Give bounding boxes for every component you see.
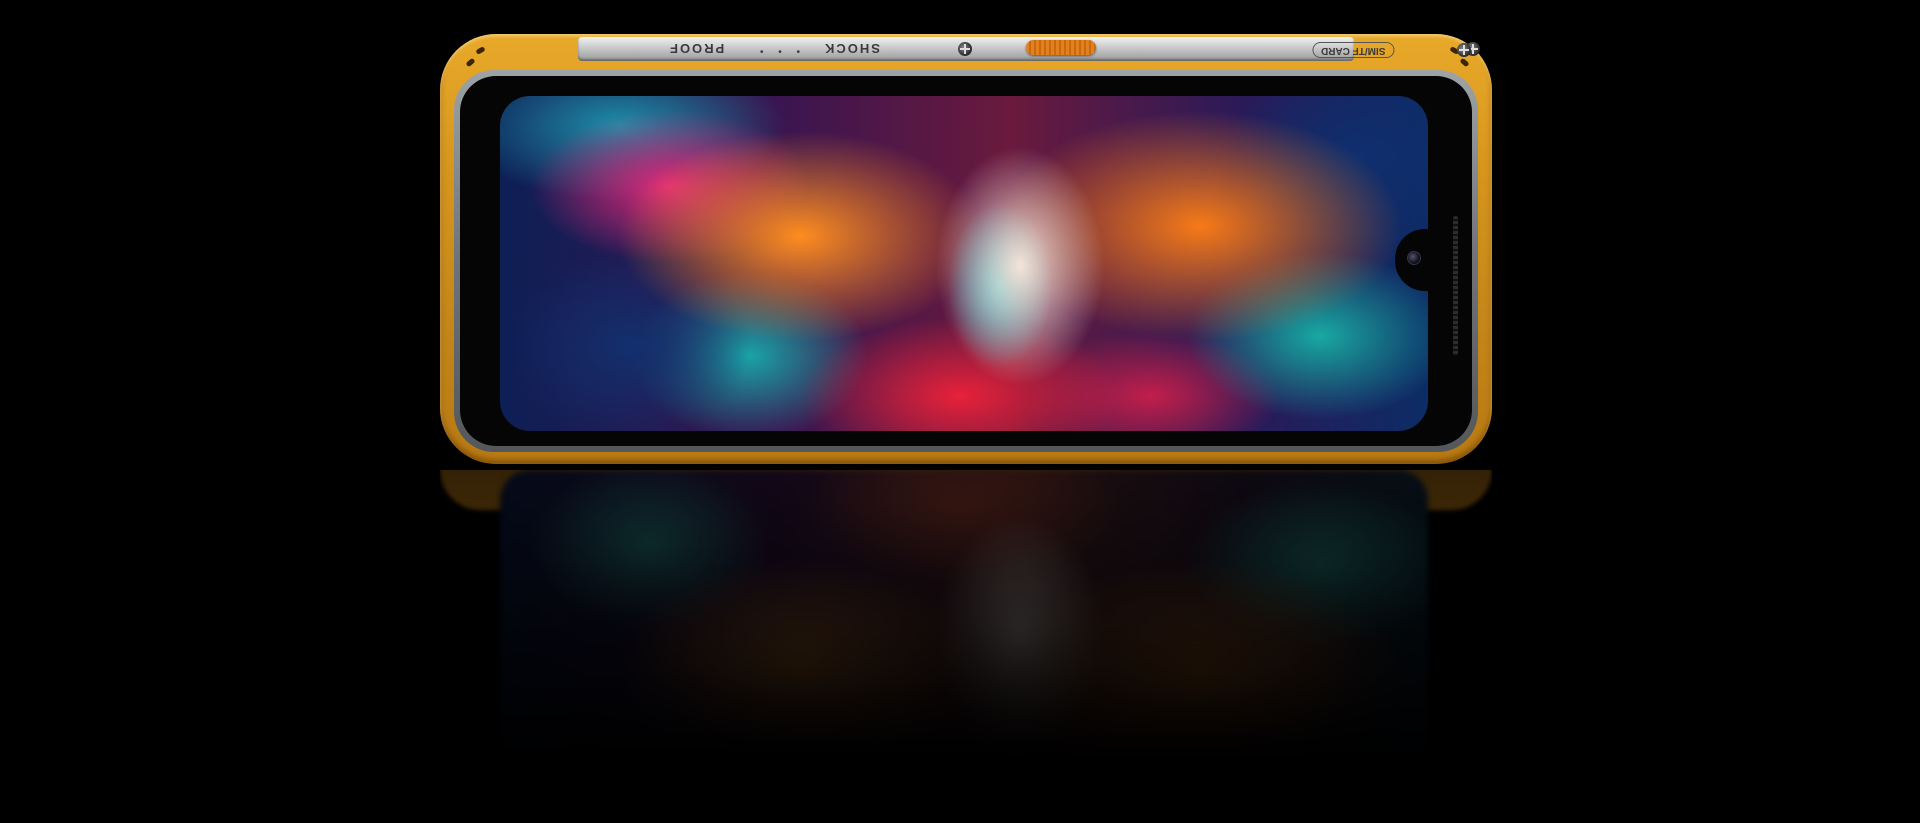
sim-tray-label: SIM/TF CARD [1312,42,1395,58]
top-metal-rail: PROOF • • • SHOCK SIM/TF CARD [578,37,1480,61]
rail-dots: • • • [760,47,807,58]
wallpaper-display [500,96,1428,431]
metal-frame [454,70,1478,452]
screw-icon [958,42,972,56]
side-button [1026,40,1096,55]
camera-icon [1407,251,1421,265]
product-photo: PROOF • • • SHOCK SIM/TF CARD [0,0,1920,823]
screen-bezel [460,76,1472,446]
rail-text-proof: PROOF [668,41,725,56]
phone-reflection [440,470,1492,823]
display-reflection [500,470,1428,805]
rugged-phone: PROOF • • • SHOCK SIM/TF CARD [440,34,1492,464]
speaker-grille-icon [1453,216,1458,356]
screw-icon [1457,43,1471,57]
rail-text-shock: SHOCK [823,41,880,56]
waterdrop-notch [1395,229,1428,291]
